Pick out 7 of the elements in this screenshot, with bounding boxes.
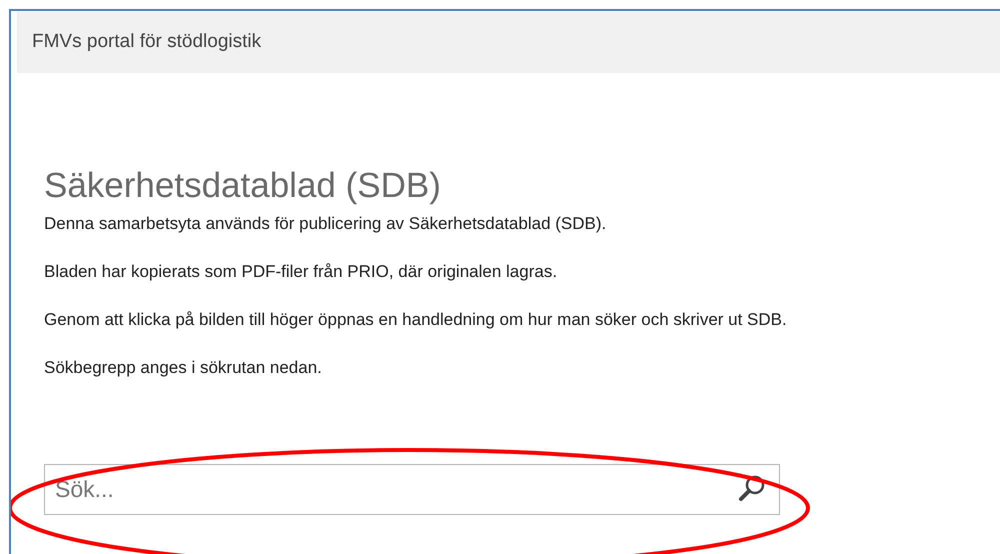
description-text: Sökbegrepp anges i sökrutan nedan. bbox=[44, 357, 323, 379]
description-text: Genom att klicka på bilden till höger öppnas en handledning om hur man söker och skriver ut SDB. bbox=[44, 309, 788, 331]
search-field[interactable]: Sök... bbox=[44, 464, 780, 515]
portal-title: FMVs portal för stödlogistik bbox=[32, 31, 262, 52]
description-text: Denna samarbetsyta används för publicering av Säkerhetsdatablad (SDB). bbox=[44, 213, 608, 235]
description-text: Bladen har kopierats som PDF-filer från PRIO, där originalen lagras. bbox=[44, 261, 558, 283]
page-heading: Säkerhetsdatablad (SDB) bbox=[44, 166, 442, 206]
